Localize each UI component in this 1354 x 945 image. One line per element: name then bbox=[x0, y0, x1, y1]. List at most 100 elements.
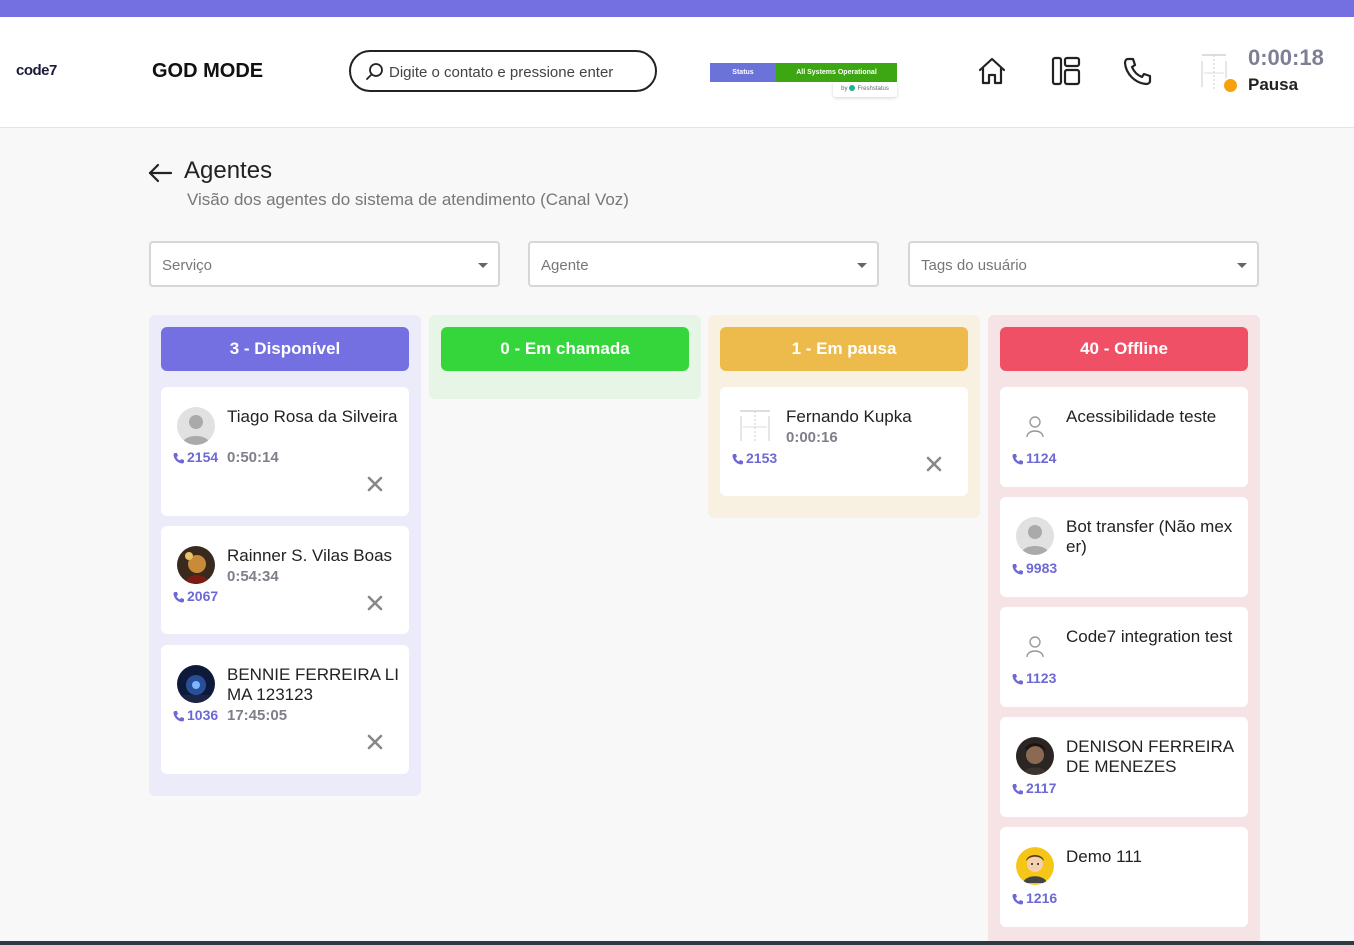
bottom-bar bbox=[0, 941, 1354, 945]
close-icon[interactable] bbox=[366, 475, 384, 493]
status-by-text: by bbox=[841, 86, 848, 92]
agent-name: Rainner S. Vilas Boas bbox=[227, 546, 393, 565]
column-in-call: 0 - Em chamada bbox=[429, 315, 701, 399]
default-avatar bbox=[177, 407, 215, 445]
agent-extension[interactable]: 9983 bbox=[1012, 560, 1057, 576]
agent-card[interactable]: Tiago Rosa da Silveira 2154 0:50:14 bbox=[161, 387, 409, 516]
agent-card[interactable]: Code7 integration test 1123 bbox=[1000, 607, 1248, 707]
agent-extension[interactable]: 2067 bbox=[173, 588, 218, 604]
freshstatus-icon bbox=[849, 85, 856, 92]
extension-number: 9983 bbox=[1026, 560, 1058, 576]
phone-icon bbox=[173, 711, 184, 722]
header: code7 GOD MODE Status All Systems Operat… bbox=[0, 17, 1354, 128]
agent-card[interactable]: Bot transfer (Não mexer) 9983 bbox=[1000, 497, 1248, 597]
phone-icon bbox=[1012, 784, 1023, 795]
phone-icon bbox=[1012, 454, 1023, 465]
extension-number: 1124 bbox=[1026, 450, 1057, 466]
column-offline: 40 - Offline Acessibilidade teste 1124 B… bbox=[988, 315, 1260, 945]
column-header: 1 - Em pausa bbox=[720, 327, 968, 371]
back-arrow-icon[interactable] bbox=[147, 160, 173, 186]
phone-icon bbox=[173, 592, 184, 603]
agent-name: Tiago Rosa da Silveira bbox=[227, 407, 398, 426]
logo[interactable]: code7 bbox=[16, 62, 57, 79]
agent-card[interactable]: Acessibilidade teste 1124 bbox=[1000, 387, 1248, 487]
agent-card[interactable]: Fernando Kupka 0:00:16 2153 bbox=[720, 387, 968, 496]
agent-extension[interactable]: 2117 bbox=[1012, 780, 1056, 796]
photo-avatar bbox=[177, 546, 215, 584]
status-provider-name: Freshstatus bbox=[857, 86, 889, 92]
agent-filter[interactable]: Agente bbox=[528, 241, 879, 287]
agent-timer: 0:50:14 bbox=[227, 449, 279, 466]
agent-extension[interactable]: 2153 bbox=[732, 450, 777, 466]
close-icon[interactable] bbox=[366, 733, 384, 751]
tags-filter-placeholder: Tags do usuário bbox=[921, 257, 1027, 274]
tags-filter[interactable]: Tags do usuário bbox=[908, 241, 1259, 287]
extension-number: 2117 bbox=[1026, 780, 1057, 796]
user-status[interactable]: Pausa bbox=[1248, 75, 1298, 95]
photo-avatar bbox=[1016, 737, 1054, 775]
phone-icon bbox=[173, 453, 184, 464]
dashboard-icon[interactable] bbox=[1050, 55, 1082, 87]
search-box[interactable] bbox=[349, 50, 657, 92]
default-avatar bbox=[1016, 517, 1054, 555]
agent-card[interactable]: Demo 111 1216 bbox=[1000, 827, 1248, 927]
presence-status-dot bbox=[1222, 77, 1239, 94]
status-label: Status bbox=[710, 63, 776, 82]
chevron-down-icon bbox=[478, 263, 488, 268]
extension-number: 2067 bbox=[187, 588, 219, 604]
photo-avatar bbox=[177, 665, 215, 703]
agent-timer: 0:54:34 bbox=[227, 568, 279, 585]
column-header: 0 - Em chamada bbox=[441, 327, 689, 371]
column-paused: 1 - Em pausa Fernando Kupka 0:00:16 2153 bbox=[708, 315, 980, 518]
search-input[interactable] bbox=[389, 62, 649, 82]
phone-icon bbox=[732, 454, 743, 465]
phone-icon[interactable] bbox=[1122, 55, 1154, 87]
agent-name: DENISON FERREIRA DE MENEZES bbox=[1066, 737, 1234, 776]
agent-timer: 17:45:05 bbox=[227, 707, 288, 724]
status-widget[interactable]: Status All Systems Operational by Freshst… bbox=[710, 63, 898, 99]
agent-timer: 0:00:16 bbox=[786, 429, 838, 446]
agent-extension[interactable]: 1216 bbox=[1012, 890, 1057, 906]
status-provider: by Freshstatus bbox=[833, 82, 897, 97]
agent-name: BENNIE FERREIRA LIMA 123123 bbox=[227, 665, 399, 704]
chevron-down-icon bbox=[857, 263, 867, 268]
status-value: All Systems Operational bbox=[776, 63, 897, 82]
phone-icon bbox=[1012, 674, 1023, 685]
agent-name: Acessibilidade teste bbox=[1066, 407, 1217, 426]
agent-filter-placeholder: Agente bbox=[541, 257, 589, 274]
column-available: 3 - Disponível Tiago Rosa da Silveira 21… bbox=[149, 315, 421, 796]
chevron-down-icon bbox=[1237, 263, 1247, 268]
agent-name: Demo 111 bbox=[1066, 847, 1142, 866]
page-title: Agentes bbox=[184, 157, 273, 184]
agent-card[interactable]: BENNIE FERREIRA LIMA 123123 1036 17:45:0… bbox=[161, 645, 409, 774]
column-header: 40 - Offline bbox=[1000, 327, 1248, 371]
phone-icon bbox=[1012, 894, 1023, 905]
extension-number: 2154 bbox=[187, 449, 219, 465]
close-icon[interactable] bbox=[366, 594, 384, 612]
agent-extension[interactable]: 1123 bbox=[1012, 670, 1056, 686]
agent-extension[interactable]: 1124 bbox=[1012, 450, 1056, 466]
agent-name: Code7 integration test bbox=[1066, 627, 1233, 646]
extension-number: 1123 bbox=[1026, 670, 1057, 686]
service-filter-placeholder: Serviço bbox=[162, 257, 213, 274]
user-outline-avatar bbox=[1026, 416, 1044, 438]
page-subtitle: Visão dos agentes do sistema de atendime… bbox=[187, 190, 629, 209]
column-header: 3 - Disponível bbox=[161, 327, 409, 371]
extension-number: 2153 bbox=[746, 450, 778, 466]
agent-extension[interactable]: 2154 bbox=[173, 449, 218, 465]
agent-name: Bot transfer (Não mexer) bbox=[1066, 517, 1233, 556]
app-title: GOD MODE bbox=[152, 60, 264, 82]
cartoon-avatar bbox=[1016, 847, 1054, 885]
agent-extension[interactable]: 1036 bbox=[173, 707, 218, 723]
user-outline-avatar bbox=[1026, 636, 1044, 658]
home-icon[interactable] bbox=[976, 55, 1008, 87]
agent-name: Fernando Kupka bbox=[786, 407, 912, 426]
close-icon[interactable] bbox=[925, 455, 943, 473]
sketch-avatar bbox=[736, 407, 774, 445]
service-filter[interactable]: Serviço bbox=[149, 241, 500, 287]
agent-card[interactable]: Rainner S. Vilas Boas 0:54:34 2067 bbox=[161, 526, 409, 634]
top-accent-bar bbox=[0, 0, 1354, 17]
agent-card[interactable]: DENISON FERREIRA DE MENEZES 2117 bbox=[1000, 717, 1248, 817]
user-timer: 0:00:18 bbox=[1248, 45, 1324, 70]
extension-number: 1216 bbox=[1026, 890, 1058, 906]
